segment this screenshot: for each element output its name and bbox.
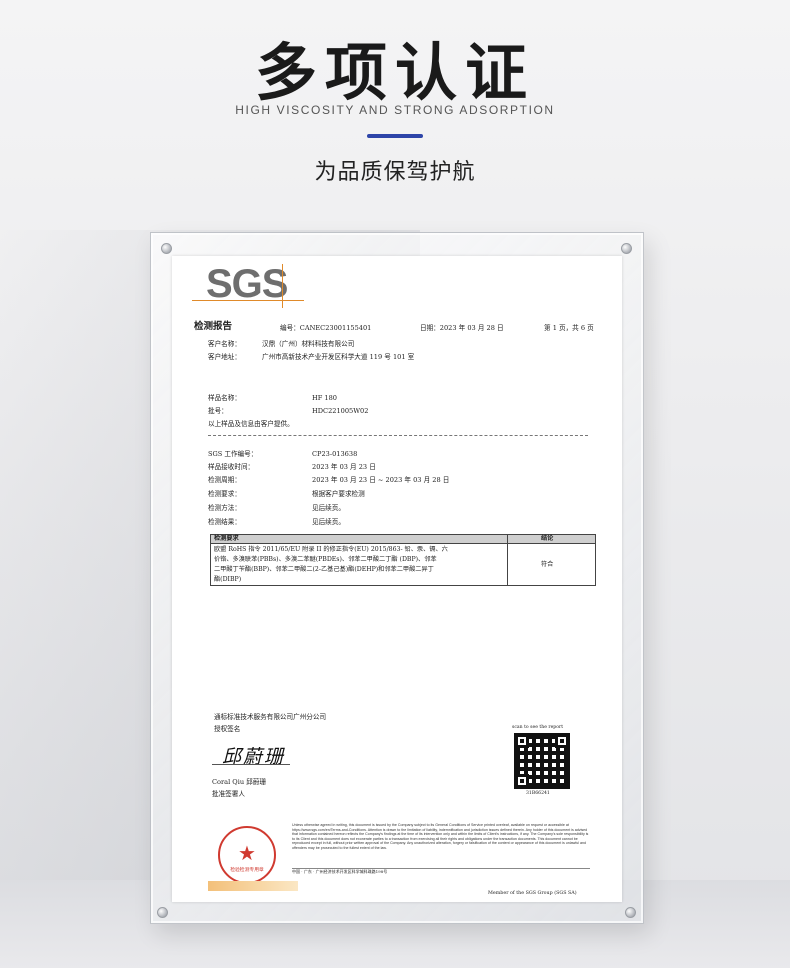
result-label: 检测结果： [208, 518, 241, 526]
signer-title: 批准签署人 [212, 790, 245, 798]
signer-company: 通标标准技术服务有限公司广州分公司 [214, 713, 327, 721]
page-title: 多项认证 [254, 36, 535, 109]
received-label: 样品接收时间： [208, 463, 255, 471]
table-header-requirement: 检测要求 [214, 535, 239, 542]
client-address: 广州市高新技术产业开发区科学大道 119 号 101 室 [262, 353, 415, 361]
table-conclusion-value: 符合 [541, 561, 554, 568]
table-row-line: 价铬、多溴联苯(PBBs)、多溴二苯醚(PBDEs)、邻苯二甲酸二丁酯 (DBP… [214, 556, 437, 563]
method-label: 检测方法： [208, 504, 241, 512]
table-row-line: 酯(DIBP) [214, 576, 242, 583]
test-result: 见后续页。 [312, 518, 345, 526]
certificate-document: SGS 检测报告 编号：CANEC23001155401 日期：2023 年 0… [172, 256, 622, 902]
qr-finder-icon [555, 734, 569, 748]
batch-label: 批号： [208, 407, 228, 415]
sample-name: HF 180 [312, 394, 338, 402]
subtitle-english: HIGH VISCOSITY AND STRONG ADSORPTION [235, 103, 555, 117]
signature-line [212, 764, 290, 765]
qr-finder-icon [515, 774, 529, 788]
member-text: Member of the SGS Group (SGS SA) [488, 891, 577, 896]
client-note: 以上样品及信息由客户提供。 [208, 420, 294, 428]
batch-number: HDC221005W02 [312, 407, 369, 415]
report-date: 日期：2023 年 03 月 28 日 [420, 324, 504, 332]
dashed-divider [208, 435, 588, 436]
table-header-conclusion: 结论 [541, 535, 554, 542]
test-method: 见后续页。 [312, 504, 345, 512]
table-row-line: 欧盟 RoHS 指令 2011/65/EU 附录 II 的修正指令(EU) 20… [214, 546, 448, 553]
subtitle-chinese: 为品质保驾护航 [314, 160, 476, 185]
logo-rule [192, 300, 304, 301]
report-label: 检测报告 [194, 321, 233, 332]
footer-address: 中国 · 广东 · 广州经济技术开发区科学城科珠路198号 [292, 869, 388, 874]
qr-finder-icon [515, 734, 529, 748]
accent-divider [367, 134, 423, 138]
seal-star-icon: ★ [238, 841, 256, 865]
job-number-label: SGS 工作编号： [208, 450, 258, 458]
period-label: 检测周期： [208, 476, 241, 484]
table-header-row [211, 535, 595, 544]
job-number: CP23-013638 [312, 450, 358, 458]
official-seal: ★ 检验检测专用章 [218, 826, 276, 884]
signer-name: Coral Qiu 邱蔚珊 [212, 778, 266, 786]
qr-caption: scan to see the report [512, 725, 564, 730]
screw-bottom-right-icon [625, 907, 636, 918]
client-name: 汉鼎（广州）材料科技有限公司 [262, 340, 355, 348]
requirement-label: 检测要求： [208, 490, 241, 498]
test-period: 2023 年 03 月 23 日 ~ 2023 年 03 月 28 日 [312, 476, 450, 484]
test-requirement: 根据客户要求检测 [312, 490, 365, 498]
client-name-label: 客户名称： [208, 340, 241, 348]
table-column-divider [507, 535, 508, 585]
footer-orange-strip [208, 881, 298, 891]
client-address-label: 客户地址： [208, 353, 241, 361]
report-number: 编号：CANEC23001155401 [280, 324, 372, 332]
screw-bottom-left-icon [157, 907, 168, 918]
sample-name-label: 样品名称： [208, 394, 241, 402]
signer-authorization: 授权签名 [214, 725, 241, 733]
seal-text: 检验检测专用章 [230, 868, 264, 873]
table-row-line: 二甲酸丁苄酯(BBP)、邻苯二甲酸二(2-乙基己基)酯(DEHP)和邻苯二甲酸二… [214, 566, 434, 573]
results-table: 检测要求 结论 欧盟 RoHS 指令 2011/65/EU 附录 II 的修正指… [210, 534, 596, 586]
screw-top-right-icon [621, 243, 632, 254]
page-indicator: 第 1 页，共 6 页 [544, 324, 594, 332]
qr-code-number: 31B66241 [526, 791, 550, 796]
screw-top-left-icon [161, 243, 172, 254]
logo-rule-vertical [282, 264, 283, 308]
received-date: 2023 年 03 月 23 日 [312, 463, 376, 471]
legal-fine-print: Unless otherwise agreed in writing, this… [292, 823, 589, 850]
qr-code-icon [514, 733, 570, 789]
